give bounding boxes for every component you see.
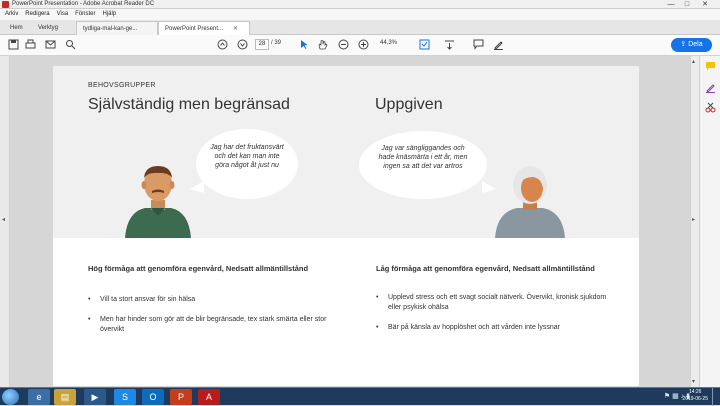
minimize-button[interactable]: — (664, 0, 678, 9)
menu-window[interactable]: Fönster (75, 9, 95, 20)
page-total: / 39 (271, 40, 282, 46)
zoom-level-dropdown[interactable]: 44,3% (380, 40, 397, 46)
expand-left-pane-icon[interactable]: ◂ (2, 216, 5, 223)
tray-network-icon[interactable]: ▦ (672, 393, 679, 400)
right-heading: Uppgiven (375, 96, 443, 113)
draw-pen-icon[interactable] (492, 39, 504, 51)
man-persona-illustration (125, 166, 191, 238)
taskbar-clock[interactable]: 14:26 2019-06-25 (682, 389, 708, 403)
menu-bar: Arkiv Redigera Visa Fönster Hjälp (0, 9, 720, 20)
hand-tool-icon[interactable] (316, 39, 328, 51)
taskbar-powerpoint-icon[interactable]: P (170, 389, 192, 405)
save-icon[interactable] (7, 39, 19, 51)
close-button[interactable]: ✕ (698, 0, 712, 9)
vertical-scrollbar[interactable]: ▴ ▸ ▾ (690, 56, 699, 387)
share-label: Dela (688, 41, 703, 48)
fit-page-icon[interactable] (418, 39, 430, 51)
zoom-out-icon[interactable] (337, 39, 349, 51)
tab-document-2[interactable]: PowerPoint Present... ✕ (158, 21, 250, 35)
left-navigation-pane[interactable]: ◂ (0, 56, 10, 387)
menu-help[interactable]: Hjälp (102, 9, 116, 20)
right-bullet-list: Upplevd stress och ett svagt socialt nät… (376, 293, 616, 343)
show-desktop-button[interactable] (712, 388, 720, 406)
share-button[interactable]: ⇪ Dela (671, 38, 712, 52)
tab-home[interactable]: Hem (4, 21, 29, 35)
right-quote-bubble: Jag var sängliggandes och hade knäsmärta… (359, 131, 496, 199)
scroll-down-icon[interactable]: ▾ (692, 378, 695, 385)
right-section-title: Låg förmåga att genomföra egenvård, Neds… (376, 264, 595, 273)
taskbar-outlook-icon[interactable]: O (142, 389, 164, 405)
menu-view[interactable]: Visa (57, 9, 69, 20)
right-tools-pane (699, 56, 720, 387)
menu-file[interactable]: Arkiv (5, 9, 18, 20)
left-quote-text: Jag har det fruktansvärt och det kan man… (210, 144, 284, 169)
select-cursor-icon[interactable] (298, 39, 310, 51)
right-bullet-item: Upplevd stress och ett svagt socialt nät… (376, 293, 616, 313)
share-icon: ⇪ (680, 41, 687, 48)
fill-sign-icon[interactable] (704, 82, 716, 94)
left-bullet-item: Men har hinder som gör att de blir begrä… (88, 315, 328, 335)
taskbar-skype-icon[interactable]: S (114, 389, 136, 405)
previous-page-icon[interactable] (216, 39, 228, 51)
tab-document-1[interactable]: tydliga-mal-kan-ge... (76, 21, 158, 35)
left-bullet-item: Vill ta stort ansvar för sin hälsa (88, 295, 328, 305)
right-bullet-item: Bär på känsla av hopplöshet och att vård… (376, 323, 616, 333)
email-icon[interactable] (44, 39, 56, 51)
next-page-icon[interactable] (236, 39, 248, 51)
windows-taskbar: e ▤ ▶ S O P A ⚑ ▦ ♪ ▮ 14:26 2019-06-25 (0, 387, 720, 406)
comment-tool-icon[interactable] (704, 61, 716, 73)
acrobat-app-icon (2, 1, 9, 8)
clock-date: 2019-06-25 (682, 396, 708, 402)
right-quote-text: Jag var sängliggandes och hade knäsmärta… (378, 145, 468, 170)
tab-tools[interactable]: Verktyg (32, 21, 64, 35)
slide-label: BEHOVSGRUPPER (88, 82, 156, 89)
menu-edit[interactable]: Redigera (25, 9, 49, 20)
taskbar-explorer-icon[interactable]: ▤ (54, 389, 76, 405)
toolbar: 28 / 39 44,3% ⇪ Dela (0, 35, 720, 56)
scroll-mode-icon[interactable] (443, 39, 455, 51)
left-quote-bubble: Jag har det fruktansvärt och det kan man… (190, 129, 298, 199)
clock-time: 14:26 (688, 389, 702, 395)
slide-page: BEHOVSGRUPPER Självständig men begränsad… (53, 66, 639, 386)
left-bullet-list: Vill ta stort ansvar för sin hälsa Men h… (88, 295, 328, 345)
scroll-up-icon[interactable]: ▴ (692, 58, 695, 65)
comment-icon[interactable] (472, 39, 484, 51)
left-section-title: Hög förmåga att genomföra egenvård, Neds… (88, 264, 309, 273)
window-title: PowerPoint Presentation - Adobe Acrobat … (12, 1, 155, 7)
taskbar-ie-icon[interactable]: e (28, 389, 50, 405)
maximize-button[interactable]: □ (680, 0, 694, 9)
tab-bar: Hem Verktyg tydliga-mal-kan-ge... PowerP… (0, 20, 720, 35)
tray-flag-icon[interactable]: ⚑ (664, 393, 670, 400)
taskbar-acrobat-icon[interactable]: A (198, 389, 220, 405)
tab-document-1-label: tydliga-mal-kan-ge... (83, 26, 138, 32)
page-number-input[interactable]: 28 (255, 39, 269, 50)
more-tools-icon[interactable] (704, 102, 716, 114)
search-icon[interactable] (64, 39, 76, 51)
scroll-thumb-icon[interactable]: ▸ (692, 216, 695, 223)
zoom-in-icon[interactable] (357, 39, 369, 51)
start-button[interactable] (2, 389, 19, 405)
title-bar: PowerPoint Presentation - Adobe Acrobat … (0, 0, 720, 9)
taskbar-media-icon[interactable]: ▶ (84, 389, 106, 405)
print-icon[interactable] (24, 39, 36, 51)
woman-persona-illustration (495, 166, 565, 238)
tab-document-2-label: PowerPoint Present... (165, 26, 224, 32)
close-tab-icon[interactable]: ✕ (233, 26, 238, 32)
left-heading: Självständig men begränsad (88, 96, 290, 113)
